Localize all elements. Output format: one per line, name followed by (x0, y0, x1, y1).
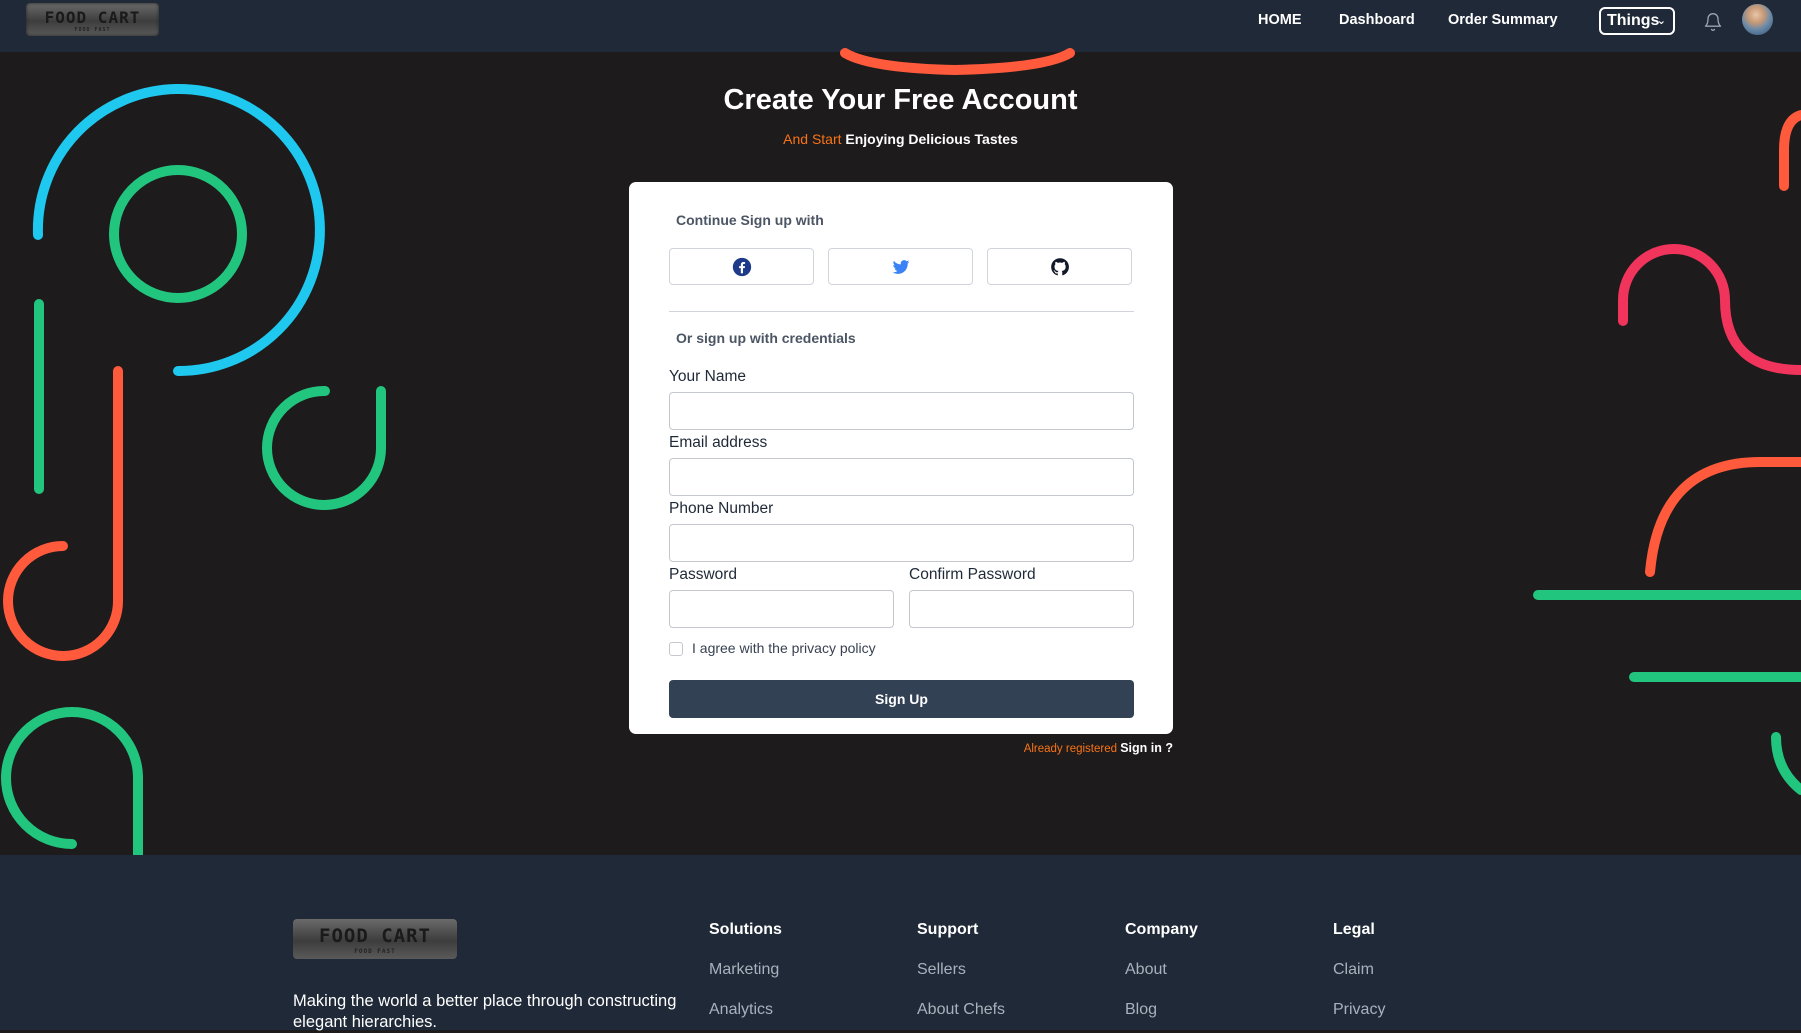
footer-col-company: Company About Blog (1125, 921, 1198, 1021)
github-icon (1051, 258, 1069, 276)
footer-link-blog[interactable]: Blog (1125, 1001, 1198, 1021)
name-input[interactable] (669, 392, 1134, 430)
brand-logo[interactable]: FOOD CART FOOD FAST (26, 3, 159, 36)
footer-col-title: Company (1125, 921, 1198, 938)
footer-link-about-chefs[interactable]: About Chefs (917, 1001, 1005, 1021)
page-title: Create Your Free Account (723, 84, 1078, 116)
social-heading: Continue Sign up with (676, 212, 824, 228)
navbar: FOOD CART FOOD FAST HOME Dashboard Order… (0, 0, 1801, 52)
subtitle-rest: Enjoying Delicious Tastes (845, 131, 1018, 147)
deco-arc-right-bottom (1771, 732, 1801, 795)
footer-link-claim[interactable]: Claim (1333, 961, 1385, 981)
confirm-password-input[interactable] (909, 590, 1134, 628)
email-input[interactable] (669, 458, 1134, 496)
footer-link-sellers[interactable]: Sellers (917, 961, 1005, 981)
name-label: Your Name (669, 368, 746, 385)
email-label: Email address (669, 434, 768, 451)
signup-card: Continue Sign up with Or sign up with cr… (629, 182, 1173, 734)
signin-link[interactable]: Sign in ? (1120, 741, 1173, 755)
facebook-icon (732, 257, 752, 277)
page-subtitle: And Start Enjoying Delicious Tastes (0, 131, 1801, 147)
deco-c-green (262, 385, 387, 510)
user-avatar[interactable] (1742, 4, 1773, 35)
footer-col-title: Legal (1333, 921, 1375, 938)
footer-col-title: Solutions (709, 921, 782, 938)
deco-arc-top (840, 48, 1075, 76)
nav-link-home[interactable]: HOME (1258, 10, 1302, 30)
bell-icon[interactable] (1703, 12, 1723, 32)
footer-col-solutions: Solutions Marketing Analytics (709, 921, 782, 1021)
subtitle-prefix: And Start (783, 131, 842, 147)
deco-hook-green (1, 707, 143, 855)
logo-subtext: FOOD FAST (74, 27, 111, 33)
footer-link-privacy[interactable]: Privacy (1333, 1001, 1385, 1021)
confirm-password-label: Confirm Password (909, 566, 1036, 583)
footer-tagline: Making the world a better place through … (293, 992, 677, 1031)
deco-wave-pink (1618, 244, 1801, 375)
deco-hook-coral (3, 366, 124, 661)
deco-circle-green (109, 165, 247, 303)
footer: FOOD CART FOOD FAST Making the world a b… (0, 855, 1801, 1031)
footer-col-title: Support (917, 921, 979, 938)
signin-prefix: Already registered (1023, 743, 1118, 755)
nav-link-dashboard[interactable]: Dashboard (1339, 10, 1415, 30)
privacy-label[interactable]: I agree with the privacy policy (692, 640, 876, 656)
deco-arc-right-top (1779, 110, 1801, 191)
credentials-heading: Or sign up with credentials (676, 330, 856, 346)
facebook-signup-button[interactable] (669, 248, 814, 285)
footer-link-about[interactable]: About (1125, 961, 1198, 981)
password-label: Password (669, 566, 738, 583)
sign-up-button[interactable]: Sign Up (669, 680, 1134, 718)
twitter-signup-button[interactable] (828, 248, 973, 285)
privacy-checkbox[interactable] (669, 642, 683, 656)
footer-logo[interactable]: FOOD CART FOOD FAST (293, 919, 457, 959)
password-input[interactable] (669, 590, 894, 628)
footer-link-marketing[interactable]: Marketing (709, 961, 782, 981)
footer-link-analytics[interactable]: Analytics (709, 1001, 782, 1021)
divider (669, 311, 1134, 312)
chevron-down-icon: ⌄ (1656, 15, 1666, 27)
phone-input[interactable] (669, 524, 1134, 562)
footer-logo-subtext: FOOD FAST (354, 948, 396, 955)
twitter-icon (892, 260, 910, 274)
things-dropdown[interactable]: Things ⌄ (1599, 7, 1675, 35)
signin-prompt: Already registered Sign in ? (1024, 741, 1173, 755)
deco-dome-coral (1645, 457, 1801, 577)
phone-label: Phone Number (669, 500, 774, 517)
footer-col-legal: Legal Claim Privacy (1333, 921, 1385, 1021)
footer-col-support: Support Sellers About Chefs (917, 921, 1005, 1021)
nav-link-order-summary[interactable]: Order Summary (1448, 10, 1558, 30)
things-dropdown-label: Things (1607, 12, 1660, 29)
github-signup-button[interactable] (987, 248, 1132, 285)
